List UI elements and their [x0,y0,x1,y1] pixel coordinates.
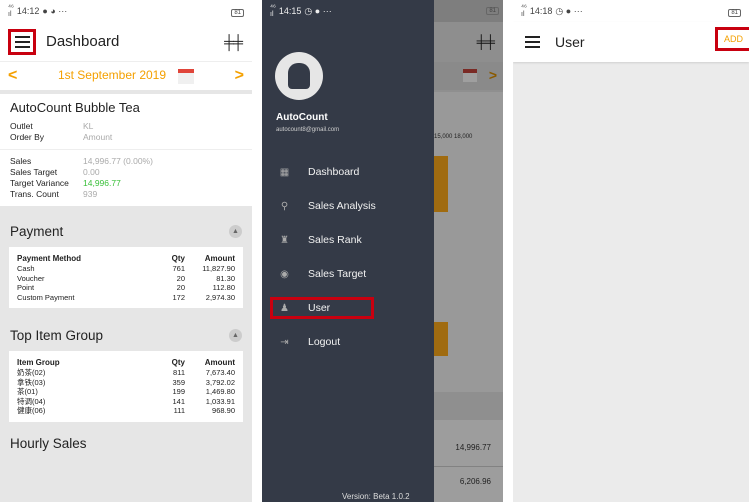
menu-item-logout[interactable]: ⇥ Logout [262,325,434,359]
sales-label: Sales [10,156,32,166]
chart-bar [434,322,448,356]
collapse-chevron-icon[interactable]: ▲ [229,225,242,238]
table-row: Cash 761 11,827.90 [17,264,235,273]
dashboard-icon: ▦ [279,166,290,178]
notification-icon: ◷ ● ··· [555,5,583,16]
account-email: autocount8@gmail.com [276,127,340,133]
dimmed-date-navigator: > [434,62,503,90]
table-header: Item Group Qty Amount [17,358,235,367]
item-group-table: Item Group Qty Amount 奶茶(02) 811 7,673.40 … [9,351,243,422]
app-bar: Dashboard ╪╪ [0,22,252,62]
trans-count-label: Trans. Count [10,189,59,199]
account-name: AutoCount [276,112,328,123]
user-screen: ⁴⁶ ıl 14:18 ◷ ● ··· 81 User ADD [513,0,749,502]
dimmed-values-row [434,420,503,502]
filter-sliders-icon: ╪╪ [476,34,495,49]
date-navigator: < 1st September 2019 > [0,62,252,90]
order-by-label: Order By [10,132,45,142]
calendar-icon [463,69,477,82]
sales-target-icon: ◉ [280,268,289,280]
battery-icon: 81 [486,7,499,15]
table-row: Point 20 112.80 [17,283,235,292]
page-title: Dashboard [46,33,120,50]
app-bar: User ADD [513,22,749,62]
hourly-sales-title: Hourly Sales [10,435,87,451]
navigation-drawer: ⁴⁶ ıl 14:15 ◷ ● ··· AutoCount autocount8@gm… [262,0,434,502]
sales-value: 14,996.77 (0.00%) [83,156,153,166]
company-summary-card: AutoCount Bubble Tea Outlet KL Order By Am… [0,94,252,206]
notification-icon: ◷ ● ··· [304,5,332,16]
menu-item-sales-analysis[interactable]: ⚲ Sales Analysis [262,189,434,223]
collapse-chevron-icon[interactable]: ▲ [229,329,242,342]
calendar-icon[interactable] [178,68,195,84]
sales-analysis-icon: ⚲ [280,200,289,212]
add-user-button[interactable]: ADD [714,27,749,51]
sales-target-value: 0.00 [83,167,100,177]
chart-ticks: 15,000 18,000 [434,134,473,140]
avatar [275,52,323,100]
status-bar: ⁴⁶ ıl 14:18 ◷ ● ··· 81 [513,0,749,22]
target-variance-value: 14,996.77 [83,178,121,188]
dashboard-screen: ⁴⁶ ıl 14:12 ● ◕ ··· 81 Dashboard ╪╪ < 1st S… [0,0,252,502]
battery-icon: 81 [728,8,741,17]
dimmed-value: 6,206.96 [459,477,491,486]
selected-date[interactable]: 1st September 2019 [58,68,166,82]
table-row: Custom Payment 172 2,974.30 [17,292,235,302]
battery-icon: 81 [231,8,244,17]
sales-target-label: Sales Target [10,167,58,177]
status-time: 14:12 [16,6,40,16]
table-row: 健康(06) 111 968.90 [17,406,235,415]
payment-title: Payment [10,224,64,239]
menu-item-sales-rank[interactable]: ♜ Sales Rank [262,223,434,257]
table-header: Payment Method Qty Amount [17,254,235,263]
menu-item-user[interactable]: ♟ User [270,297,374,319]
status-bar: 81 [434,0,503,22]
outlet-value: KL [83,121,94,131]
trans-count-value: 939 [83,189,98,199]
drawer-screen: 81 ╪╪ > 15,000 18,000 14,996.77 6,206.96… [262,0,503,502]
logout-icon: ⇥ [280,336,289,348]
next-date-chevron-icon[interactable]: > [235,67,244,85]
payment-table: Payment Method Qty Amount Cash 761 11,827.… [9,247,243,308]
dimmed-value: 14,996.77 [455,443,491,452]
menu-hamburger-icon[interactable] [523,29,541,55]
outlet-label: Outlet [10,121,33,131]
app-version: Version: Beta 1.0.2 [342,492,410,501]
page-title: User [555,34,585,50]
table-row: Voucher 20 81.30 [17,273,235,283]
status-bar: ⁴⁶ ıl 14:12 ● ◕ ··· 81 [0,0,252,22]
user-icon: ♟ [280,302,289,314]
prev-date-chevron-icon[interactable]: < [8,67,17,85]
chart-bar [434,156,448,212]
table-row: 茶(01) 199 1,469.80 [17,387,235,396]
table-row: 特调(04) 141 1,033.91 [17,396,235,406]
menu-hamburger-icon[interactable] [8,28,36,55]
hourly-sales-section-header: Hourly Sales [0,422,252,459]
next-date-chevron-icon: > [488,67,497,83]
dimmed-app-bar: ╪╪ [434,22,503,62]
signal-icon: ⁴⁶ ıl [8,4,14,18]
payment-section-header: Payment ▲ [0,206,252,247]
menu-item-dashboard[interactable]: ▦ Dashboard [262,155,434,189]
dimmed-dashboard-background[interactable]: 81 ╪╪ > 15,000 18,000 14,996.77 6,206.96 [434,0,503,502]
item-group-title: Top Item Group [10,328,104,343]
signal-icon: ⁴⁶ ıl [521,4,527,18]
company-name: AutoCount Bubble Tea [10,100,140,115]
drawer-menu: ▦ Dashboard ⚲ Sales Analysis ♜ Sales Rank ◉… [262,155,434,359]
target-variance-label: Target Variance [10,178,69,188]
order-by-value: Amount [83,132,113,142]
notification-icon: ● ◕ ··· [42,6,68,16]
menu-item-sales-target[interactable]: ◉ Sales Target [262,257,434,291]
status-time: 14:15 [278,6,302,16]
table-row: 奶茶(02) 811 7,673.40 [17,368,235,377]
table-row: 拿铁(03) 359 3,792.02 [17,377,235,387]
status-bar: ⁴⁶ ıl 14:15 ◷ ● ··· [262,0,434,22]
filter-sliders-icon[interactable]: ╪╪ [224,34,243,50]
item-group-section-header: Top Item Group ▲ [0,308,252,351]
status-time: 14:18 [529,6,553,16]
signal-icon: ⁴⁶ ıl [270,4,276,18]
sales-rank-icon: ♜ [280,234,289,246]
